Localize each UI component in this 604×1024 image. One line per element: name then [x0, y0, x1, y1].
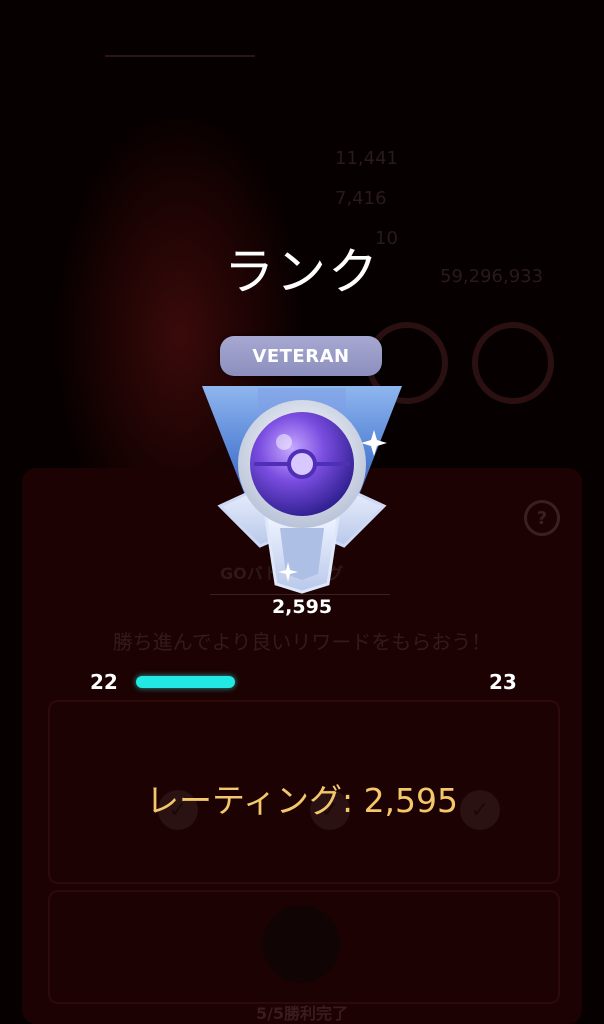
current-rank-level: 22 — [90, 670, 118, 694]
pokeball-icon — [262, 905, 340, 983]
medal-circle-icon — [472, 322, 554, 404]
rating-label: レーティング: 2,595 — [145, 781, 459, 820]
rating-score: 2,595 — [271, 596, 333, 618]
rank-title: ランク — [224, 243, 380, 301]
background-divider-top — [105, 55, 255, 57]
veteran-rank-emblem-icon — [202, 386, 402, 594]
next-rank-level: 23 — [489, 670, 517, 694]
trainer-stat-1: 11,441 — [335, 148, 398, 169]
rank-progress-fill — [136, 676, 235, 688]
help-icon: ? — [524, 500, 560, 536]
rank-tier-badge: VETERAN — [220, 336, 382, 376]
battle-league-subtitle: 勝ち進んでより良いリワードをもらおう！ — [112, 630, 492, 654]
trainer-stat-2: 7,416 — [335, 188, 387, 209]
panel-divider — [210, 594, 390, 595]
wins-complete-label: 5/5勝利完了 — [255, 1004, 349, 1023]
rank-progress-bar — [136, 676, 466, 688]
